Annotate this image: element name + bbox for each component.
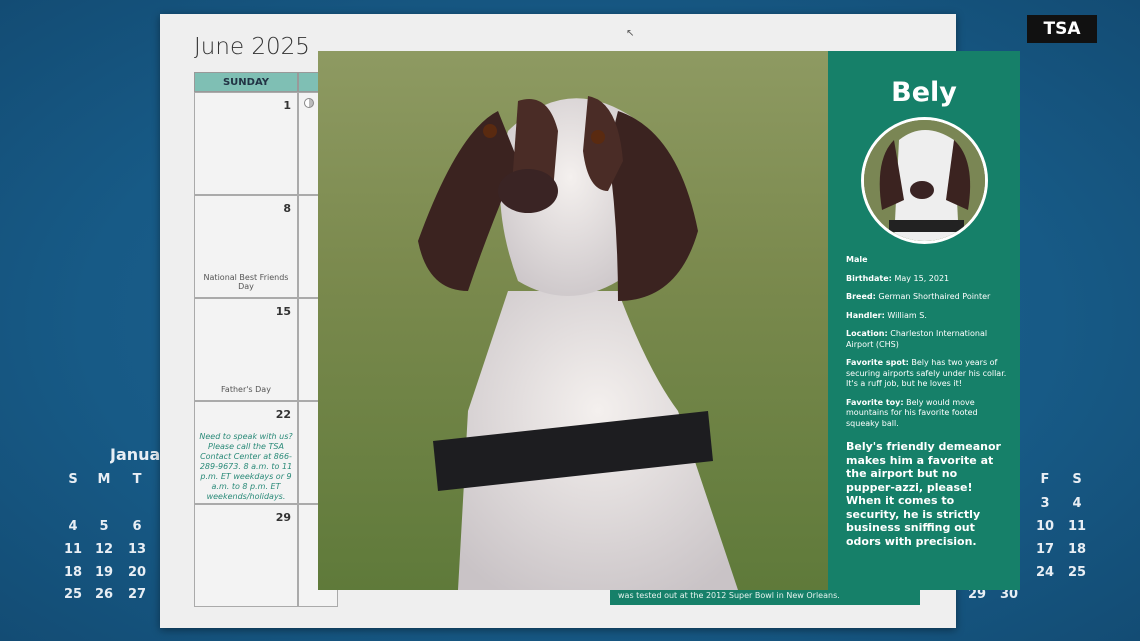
dog-avatar: [861, 117, 988, 244]
fact-value: May 15, 2021: [894, 273, 950, 283]
header-sunday: SUNDAY: [194, 72, 298, 92]
mini-day: 11: [63, 542, 83, 557]
mini-day: 18: [1067, 542, 1087, 557]
fact-label: Handler:: [846, 310, 885, 320]
mini-day: 25: [1067, 565, 1087, 580]
profile-panel: Bely Male Birthdate: May 15, 2021 Breed: …: [828, 51, 1020, 590]
mini-day: 11: [1067, 519, 1087, 534]
mouse-cursor: ↖: [626, 28, 635, 39]
day-cell[interactable]: 29: [194, 504, 298, 607]
day-cell[interactable]: 8 National Best Friends Day: [194, 195, 298, 298]
fact-strip: was tested out at the 2012 Super Bowl in…: [610, 588, 920, 605]
dog-facts: Male Birthdate: May 15, 2021 Breed: Germa…: [846, 255, 1008, 437]
moon-phase-icon: [304, 98, 314, 108]
mini-calendar-title: Januar: [110, 445, 160, 464]
mini-day: 20: [127, 565, 147, 580]
day-note: Need to speak with us? Please call the T…: [199, 432, 293, 501]
day-note: National Best Friends Day: [203, 273, 289, 291]
mini-day: 25: [63, 587, 83, 602]
fact: Location: Charleston International Airpo…: [846, 329, 1008, 350]
weekday: S: [1072, 472, 1082, 487]
fact: Breed: German Shorthaired Pointer: [846, 292, 1008, 303]
day-cell[interactable]: 15 Father's Day: [194, 298, 298, 401]
fact-value: William S.: [887, 310, 927, 320]
day-number: 8: [283, 202, 291, 215]
dog-blurb: Bely's friendly demeanor makes him a fav…: [846, 440, 1001, 548]
day-cell[interactable]: 1: [194, 92, 298, 195]
fact: Birthdate: May 15, 2021: [846, 274, 1008, 285]
mini-day: 18: [63, 565, 83, 580]
fact-label: Location:: [846, 329, 888, 338]
day-number: 29: [275, 511, 291, 524]
day-cell[interactable]: 22 Need to speak with us? Please call the…: [194, 401, 298, 504]
fact-label: Favorite toy:: [846, 397, 904, 407]
mini-day: 26: [94, 587, 114, 602]
day-note: Father's Day: [221, 385, 271, 394]
dog-name: Bely: [891, 77, 957, 108]
mini-day: 6: [132, 519, 142, 534]
tsa-badge: TSA: [1027, 15, 1097, 43]
weekday: F: [1040, 472, 1050, 487]
day-number: 15: [275, 305, 291, 318]
fact-value: German Shorthaired Pointer: [878, 292, 991, 301]
weekday: S: [68, 472, 78, 487]
mini-day: 3: [1040, 496, 1050, 511]
day-number: 22: [275, 408, 291, 421]
mini-day: 4: [68, 519, 78, 534]
fact: Favorite spot: Bely has two years of sec…: [846, 358, 1008, 390]
day-number: 1: [283, 99, 291, 112]
fact-label: Breed:: [846, 292, 876, 301]
mini-day: 5: [99, 519, 109, 534]
page-title: June 2025: [194, 34, 310, 60]
mini-day: 13: [127, 542, 147, 557]
weekday: M: [97, 472, 111, 487]
mini-day: 19: [94, 565, 114, 580]
mini-day: 10: [1035, 519, 1055, 534]
fact-label: Birthdate:: [846, 273, 892, 283]
mini-day: 12: [94, 542, 114, 557]
weekday: T: [132, 472, 142, 487]
mini-day: 17: [1035, 542, 1055, 557]
dog-sex: Male: [846, 255, 868, 264]
dog-photo: [318, 51, 828, 590]
fact: Handler: William S.: [846, 311, 1008, 322]
fact: Favorite toy: Bely would move mountains …: [846, 398, 1008, 430]
mini-day: 24: [1035, 565, 1055, 580]
fact-label: Favorite spot:: [846, 358, 909, 367]
mini-day: 4: [1072, 496, 1082, 511]
mini-day: 27: [127, 587, 147, 602]
